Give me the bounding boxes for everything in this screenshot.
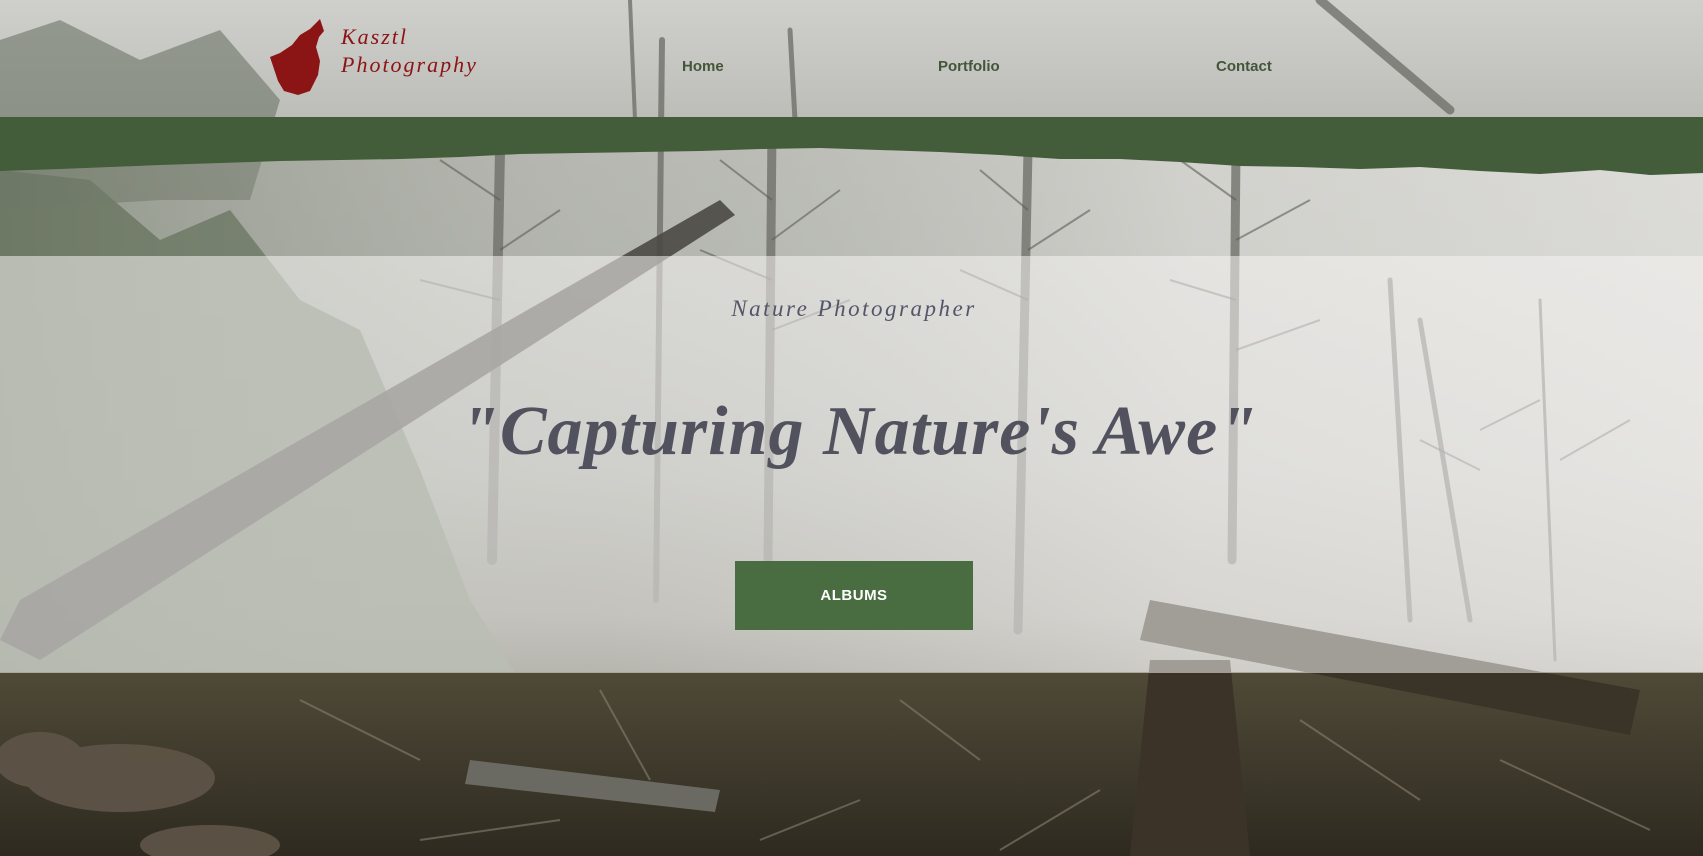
- nav-portfolio-link[interactable]: Portfolio: [938, 58, 1000, 75]
- nav-contact-link[interactable]: Contact: [1216, 58, 1272, 75]
- hero-subtitle: Nature Photographer: [731, 296, 977, 321]
- site-header: Kasztl Photography Home Portfolio Contac…: [0, 0, 1703, 117]
- wolf-howling-icon[interactable]: [270, 17, 330, 97]
- brand-name[interactable]: Kasztl Photography: [341, 23, 478, 79]
- brand-line-1: Kasztl: [341, 24, 409, 49]
- albums-button[interactable]: ALBUMS: [735, 561, 973, 630]
- hero-headline: "Capturing Nature's Awe": [460, 393, 1258, 470]
- nav-home-link[interactable]: Home: [682, 58, 724, 75]
- brand-line-2: Photography: [341, 52, 478, 77]
- brush-stroke-band: [0, 117, 1703, 175]
